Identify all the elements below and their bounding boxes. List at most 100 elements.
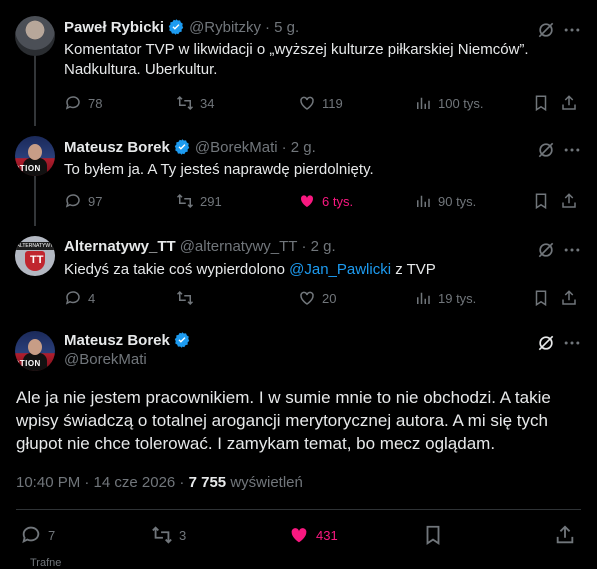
like-count: 6 tys. xyxy=(322,193,354,209)
bookmark-button[interactable] xyxy=(532,192,550,210)
grok-icon[interactable] xyxy=(536,140,556,160)
bookmark-button[interactable] xyxy=(422,524,444,546)
tweet-actions: 4 20 19 tys. xyxy=(64,289,584,309)
share-button[interactable] xyxy=(554,524,576,546)
views-icon xyxy=(417,195,430,207)
tweet-header: Alternatywy_TT @alternatywy_TT · 2 g. xyxy=(64,238,336,255)
like-button[interactable]: 119 xyxy=(298,94,343,112)
retweet-icon xyxy=(176,290,194,306)
heart-icon xyxy=(300,291,314,305)
heart-filled-icon xyxy=(300,195,314,207)
views-icon xyxy=(417,97,430,109)
views-count: 90 tys. xyxy=(438,193,477,209)
divider xyxy=(16,509,581,510)
more-icon[interactable] xyxy=(562,140,582,160)
grok-icon[interactable] xyxy=(536,240,556,260)
retweet-icon xyxy=(176,193,194,209)
author-handle[interactable]: @BorekMati xyxy=(195,139,278,156)
more-icon[interactable] xyxy=(562,20,582,40)
author-name-row: Mateusz Borek xyxy=(64,331,191,349)
views-count: 19 tys. xyxy=(438,290,477,306)
retweet-count: 34 xyxy=(200,95,215,111)
reply-count: 78 xyxy=(88,95,103,111)
heart-icon xyxy=(300,96,314,110)
retweet-button[interactable] xyxy=(176,289,200,307)
more-icon[interactable] xyxy=(562,240,582,260)
bookmark-icon xyxy=(426,525,440,545)
views-count: 100 tys. xyxy=(438,95,484,111)
author-name[interactable]: Paweł Rybicki xyxy=(64,19,164,36)
like-button[interactable]: 431 xyxy=(288,524,338,546)
views-button[interactable]: 90 tys. xyxy=(414,192,476,210)
retweet-button[interactable]: 34 xyxy=(176,94,214,112)
tweet-meta: 10:40 PM · 14 cze 2026 · 7 755 wyświetle… xyxy=(16,474,303,491)
retweet-count: 3 xyxy=(179,527,187,543)
author-name[interactable]: Mateusz Borek xyxy=(64,332,170,349)
thread-line xyxy=(34,176,36,226)
retweet-icon xyxy=(176,95,194,111)
reply-button[interactable]: 78 xyxy=(64,94,102,112)
like-button[interactable]: 20 xyxy=(298,289,336,307)
author-handle[interactable]: @Rybitzky xyxy=(189,19,261,36)
retweet-button[interactable]: 3 xyxy=(151,524,186,546)
tweet-header: Paweł Rybicki @Rybitzky · 5 g. xyxy=(64,18,299,36)
tweet-text-part: z TVP xyxy=(391,261,436,278)
reply-icon xyxy=(65,194,80,208)
views-count: 7 755 xyxy=(188,474,227,491)
retweet-count: 291 xyxy=(200,193,222,209)
post-timestamp[interactable]: 10:40 PM · 14 cze 2026 · xyxy=(16,474,189,491)
avatar[interactable] xyxy=(15,16,55,56)
share-button[interactable] xyxy=(560,289,578,307)
share-button[interactable] xyxy=(560,192,578,210)
like-button[interactable]: 6 tys. xyxy=(298,192,353,210)
retweet-icon xyxy=(152,526,172,544)
retweet-button[interactable]: 291 xyxy=(176,192,222,210)
avatar-overlay-text: OTION xyxy=(15,164,41,173)
reply-button[interactable]: 4 xyxy=(64,289,95,307)
avatar[interactable]: ALTERNATYWY TT xyxy=(15,236,55,276)
bookmark-icon xyxy=(535,193,547,210)
tweet-text-line: Komentator TVP w likwidacji o „wyższej k… xyxy=(64,41,529,58)
author-handle[interactable]: @BorekMati xyxy=(64,351,147,368)
share-button[interactable] xyxy=(560,94,578,112)
bookmark-button[interactable] xyxy=(532,289,550,307)
author-handle[interactable]: @alternatywy_TT xyxy=(180,238,298,255)
verified-badge-icon xyxy=(174,332,190,348)
section-label-partial: Trafne xyxy=(30,557,62,569)
share-icon xyxy=(562,290,576,305)
avatar[interactable]: OTION xyxy=(15,331,55,371)
reply-button[interactable]: 7 xyxy=(20,524,55,546)
tweet-actions: 97 291 6 tys. 90 tys. xyxy=(64,192,584,212)
mention-link[interactable]: @Jan_Pawlicki xyxy=(289,261,391,278)
reply-count: 4 xyxy=(88,290,96,306)
share-icon xyxy=(556,525,574,544)
more-icon[interactable] xyxy=(562,333,582,353)
avatar[interactable]: OTION xyxy=(15,136,55,176)
like-count: 119 xyxy=(322,95,343,111)
tweet-text-part: Kiedyś za takie coś wypierdolono xyxy=(64,261,290,278)
reply-button[interactable]: 97 xyxy=(64,192,102,210)
reply-count: 7 xyxy=(48,527,56,543)
avatar-overlay-text: OTION xyxy=(15,359,41,368)
views-button[interactable]: 19 tys. xyxy=(414,289,476,307)
avatar-overlay-text: ALTERNATYWY xyxy=(15,242,55,250)
grok-icon[interactable] xyxy=(536,333,556,353)
reply-icon xyxy=(65,291,80,305)
bookmark-button[interactable] xyxy=(532,94,550,112)
post-time[interactable]: · 2 g. xyxy=(301,238,335,255)
reply-icon xyxy=(65,96,80,110)
author-name[interactable]: Alternatywy_TT xyxy=(64,238,176,255)
tweet-header: Mateusz Borek @BorekMati · 2 g. xyxy=(64,138,316,156)
verified-badge-icon xyxy=(168,19,184,35)
post-time[interactable]: · 2 g. xyxy=(282,139,316,156)
author-name[interactable]: Mateusz Borek xyxy=(64,139,170,156)
views-icon xyxy=(417,292,430,304)
bookmark-icon xyxy=(535,290,547,307)
bookmark-icon xyxy=(535,95,547,112)
grok-icon[interactable] xyxy=(536,20,556,40)
post-time[interactable]: · 5 g. xyxy=(265,19,299,36)
reply-count: 97 xyxy=(88,193,103,209)
tweet-text-line: Nadkultura. Uberkultur. xyxy=(64,61,218,78)
views-button[interactable]: 100 tys. xyxy=(414,94,484,112)
reply-icon xyxy=(22,526,40,544)
